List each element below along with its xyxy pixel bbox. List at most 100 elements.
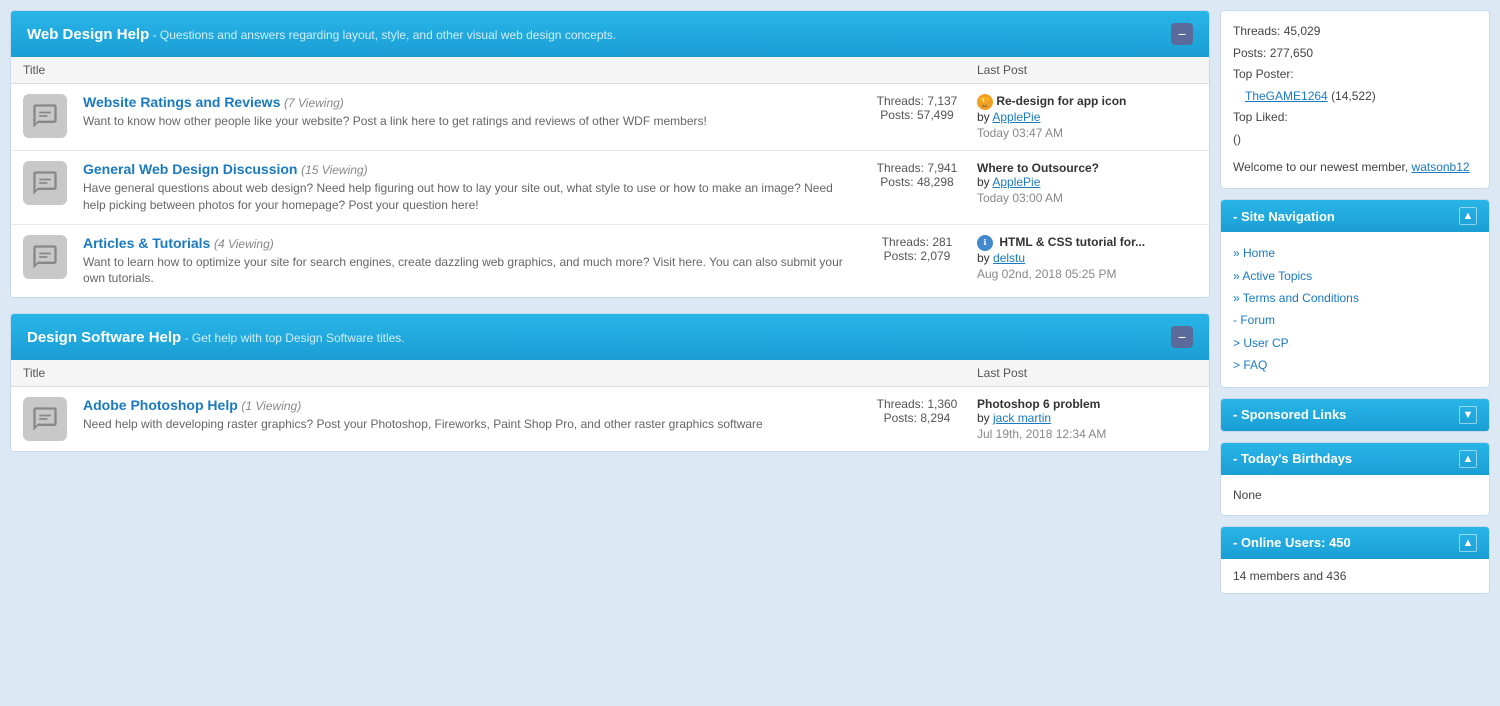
threads-value: 7,137 bbox=[927, 94, 957, 108]
design-software-title: Design Software Help bbox=[27, 329, 181, 346]
web-design-header-text: Web Design Help - Questions and answers … bbox=[27, 26, 616, 43]
online-users-expand-btn[interactable]: ▲ bbox=[1459, 534, 1477, 552]
top-poster-row: TheGAME1264 (14,522) bbox=[1233, 86, 1477, 108]
sidebar-item-terms[interactable]: » Terms and Conditions bbox=[1233, 287, 1477, 309]
sidebar: Threads: 45,029 Posts: 277,650 Top Poste… bbox=[1220, 10, 1490, 594]
col-stats-label bbox=[857, 366, 977, 380]
design-software-collapse-btn[interactable]: − bbox=[1171, 326, 1193, 348]
online-users-count: 14 members and 436 bbox=[1233, 569, 1346, 583]
forum-stats: Threads: 1,360 Posts: 8,294 bbox=[857, 397, 977, 425]
forum-icon-img bbox=[23, 94, 67, 138]
threads-label: Threads: bbox=[877, 161, 924, 175]
birthdays-header: - Today's Birthdays ▲ bbox=[1221, 443, 1489, 475]
sponsored-links-box: - Sponsored Links ▼ bbox=[1220, 398, 1490, 432]
stats-box: Threads: 45,029 Posts: 277,650 Top Poste… bbox=[1220, 10, 1490, 189]
lastpost-by-link[interactable]: ApplePie bbox=[992, 175, 1040, 189]
design-software-subtitle: - Get help with top Design Software titl… bbox=[181, 331, 404, 345]
sidebar-item-user-cp[interactable]: > User CP bbox=[1233, 332, 1477, 354]
lastpost-title: HTML & CSS tutorial for... bbox=[999, 235, 1145, 249]
online-users-header: - Online Users: 450 ▲ bbox=[1221, 527, 1489, 559]
chat-icon bbox=[31, 243, 59, 271]
lastpost-by-link[interactable]: jack martin bbox=[993, 411, 1051, 425]
forum-lastpost: Photoshop 6 problem by jack martin Jul 1… bbox=[977, 397, 1197, 441]
forum-title-link[interactable]: Website Ratings and Reviews bbox=[83, 94, 280, 110]
lastpost-by-link[interactable]: delstu bbox=[993, 251, 1025, 265]
col-title-label: Title bbox=[23, 63, 857, 77]
chat-icon bbox=[31, 102, 59, 130]
posts-value: 2,079 bbox=[920, 249, 950, 263]
site-navigation-title: - Site Navigation bbox=[1233, 209, 1335, 224]
forum-lastpost: 🏆 Re-design for app icon by ApplePie Tod… bbox=[977, 94, 1197, 140]
birthdays-box: - Today's Birthdays ▲ None bbox=[1220, 442, 1490, 516]
site-navigation-expand-btn[interactable]: ▲ bbox=[1459, 207, 1477, 225]
sidebar-item-active-topics[interactable]: » Active Topics bbox=[1233, 265, 1477, 287]
sidebar-item-home[interactable]: » Home bbox=[1233, 242, 1477, 264]
forum-title-link[interactable]: Adobe Photoshop Help bbox=[83, 397, 238, 413]
birthdays-none: None bbox=[1233, 488, 1262, 502]
posts-stat: Posts: 277,650 bbox=[1233, 43, 1477, 65]
lastpost-title: Photoshop 6 problem bbox=[977, 397, 1100, 411]
forum-icon bbox=[23, 161, 73, 205]
online-users-title: - Online Users: 450 bbox=[1233, 535, 1351, 550]
forum-viewing: (15 Viewing) bbox=[301, 163, 367, 177]
sponsored-links-collapse-btn[interactable]: ▼ bbox=[1459, 406, 1477, 424]
sponsored-links-header: - Sponsored Links ▼ bbox=[1221, 399, 1489, 431]
lastpost-by-label: by bbox=[977, 110, 992, 124]
forum-desc: Want to learn how to optimize your site … bbox=[83, 254, 857, 288]
forum-viewing: (4 Viewing) bbox=[214, 237, 274, 251]
birthdays-title: - Today's Birthdays bbox=[1233, 451, 1352, 466]
forum-lastpost: ℹ HTML & CSS tutorial for... by delstu A… bbox=[977, 235, 1197, 281]
posts-label: Posts: bbox=[884, 249, 917, 263]
forum-icon-img bbox=[23, 235, 67, 279]
forum-lastpost: Where to Outsource? by ApplePie Today 03… bbox=[977, 161, 1197, 205]
web-design-col-headers: Title Last Post bbox=[11, 57, 1209, 84]
web-design-header: Web Design Help - Questions and answers … bbox=[11, 11, 1209, 57]
threads-label: Threads: bbox=[882, 235, 929, 249]
welcome-row: Welcome to our newest member, watsonb12 bbox=[1233, 157, 1477, 179]
posts-label: Posts: bbox=[880, 175, 913, 189]
table-row: General Web Design Discussion (15 Viewin… bbox=[11, 151, 1209, 225]
birthdays-expand-btn[interactable]: ▲ bbox=[1459, 450, 1477, 468]
threads-label: Threads: bbox=[877, 397, 924, 411]
chat-icon bbox=[31, 169, 59, 197]
forum-title-link[interactable]: General Web Design Discussion bbox=[83, 161, 297, 177]
web-design-collapse-btn[interactable]: − bbox=[1171, 23, 1193, 45]
design-software-header-text: Design Software Help - Get help with top… bbox=[27, 329, 405, 346]
posts-label: Posts: bbox=[880, 108, 913, 122]
lastpost-date: Jul 19th, 2018 12:34 AM bbox=[977, 427, 1197, 441]
posts-value: 48,298 bbox=[917, 175, 954, 189]
web-design-subtitle: - Questions and answers regarding layout… bbox=[149, 28, 616, 42]
lastpost-info-avatar: ℹ bbox=[977, 235, 993, 251]
lastpost-title: Re-design for app icon bbox=[996, 94, 1126, 108]
table-row: Adobe Photoshop Help (1 Viewing) Need he… bbox=[11, 387, 1209, 451]
top-poster-label: Top Poster: bbox=[1233, 64, 1477, 86]
lastpost-by-link[interactable]: ApplePie bbox=[992, 110, 1040, 124]
threads-label: Threads: bbox=[877, 94, 924, 108]
top-poster-count: (14,522) bbox=[1331, 89, 1376, 103]
forum-stats: Threads: 7,941 Posts: 48,298 bbox=[857, 161, 977, 189]
forum-title-row: Website Ratings and Reviews (7 Viewing) bbox=[83, 94, 857, 110]
top-poster-link[interactable]: TheGAME1264 bbox=[1245, 89, 1328, 103]
sidebar-item-forum[interactable]: - Forum bbox=[1233, 309, 1477, 331]
lastpost-avatar: 🏆 bbox=[977, 94, 993, 110]
table-row: Website Ratings and Reviews (7 Viewing) … bbox=[11, 84, 1209, 151]
online-users-content: 14 members and 436 bbox=[1221, 559, 1489, 593]
col-title-label: Title bbox=[23, 366, 857, 380]
chat-icon bbox=[31, 405, 59, 433]
birthdays-content: None bbox=[1221, 475, 1489, 515]
forum-title-row: Adobe Photoshop Help (1 Viewing) bbox=[83, 397, 857, 413]
forum-icon bbox=[23, 235, 73, 279]
sidebar-item-faq[interactable]: > FAQ bbox=[1233, 354, 1477, 376]
lastpost-by-label: by bbox=[977, 175, 992, 189]
newest-member-link[interactable]: watsonb12 bbox=[1412, 160, 1470, 174]
web-design-section: Web Design Help - Questions and answers … bbox=[10, 10, 1210, 298]
design-software-header: Design Software Help - Get help with top… bbox=[11, 314, 1209, 360]
design-software-col-headers: Title Last Post bbox=[11, 360, 1209, 387]
forum-title-link[interactable]: Articles & Tutorials bbox=[83, 235, 210, 251]
lastpost-title: Where to Outsource? bbox=[977, 161, 1099, 175]
posts-value: 57,499 bbox=[917, 108, 954, 122]
threads-value: 281 bbox=[932, 235, 952, 249]
col-lastpost-label: Last Post bbox=[977, 366, 1197, 380]
col-stats-label bbox=[857, 63, 977, 77]
forum-desc: Want to know how other people like your … bbox=[83, 113, 857, 130]
